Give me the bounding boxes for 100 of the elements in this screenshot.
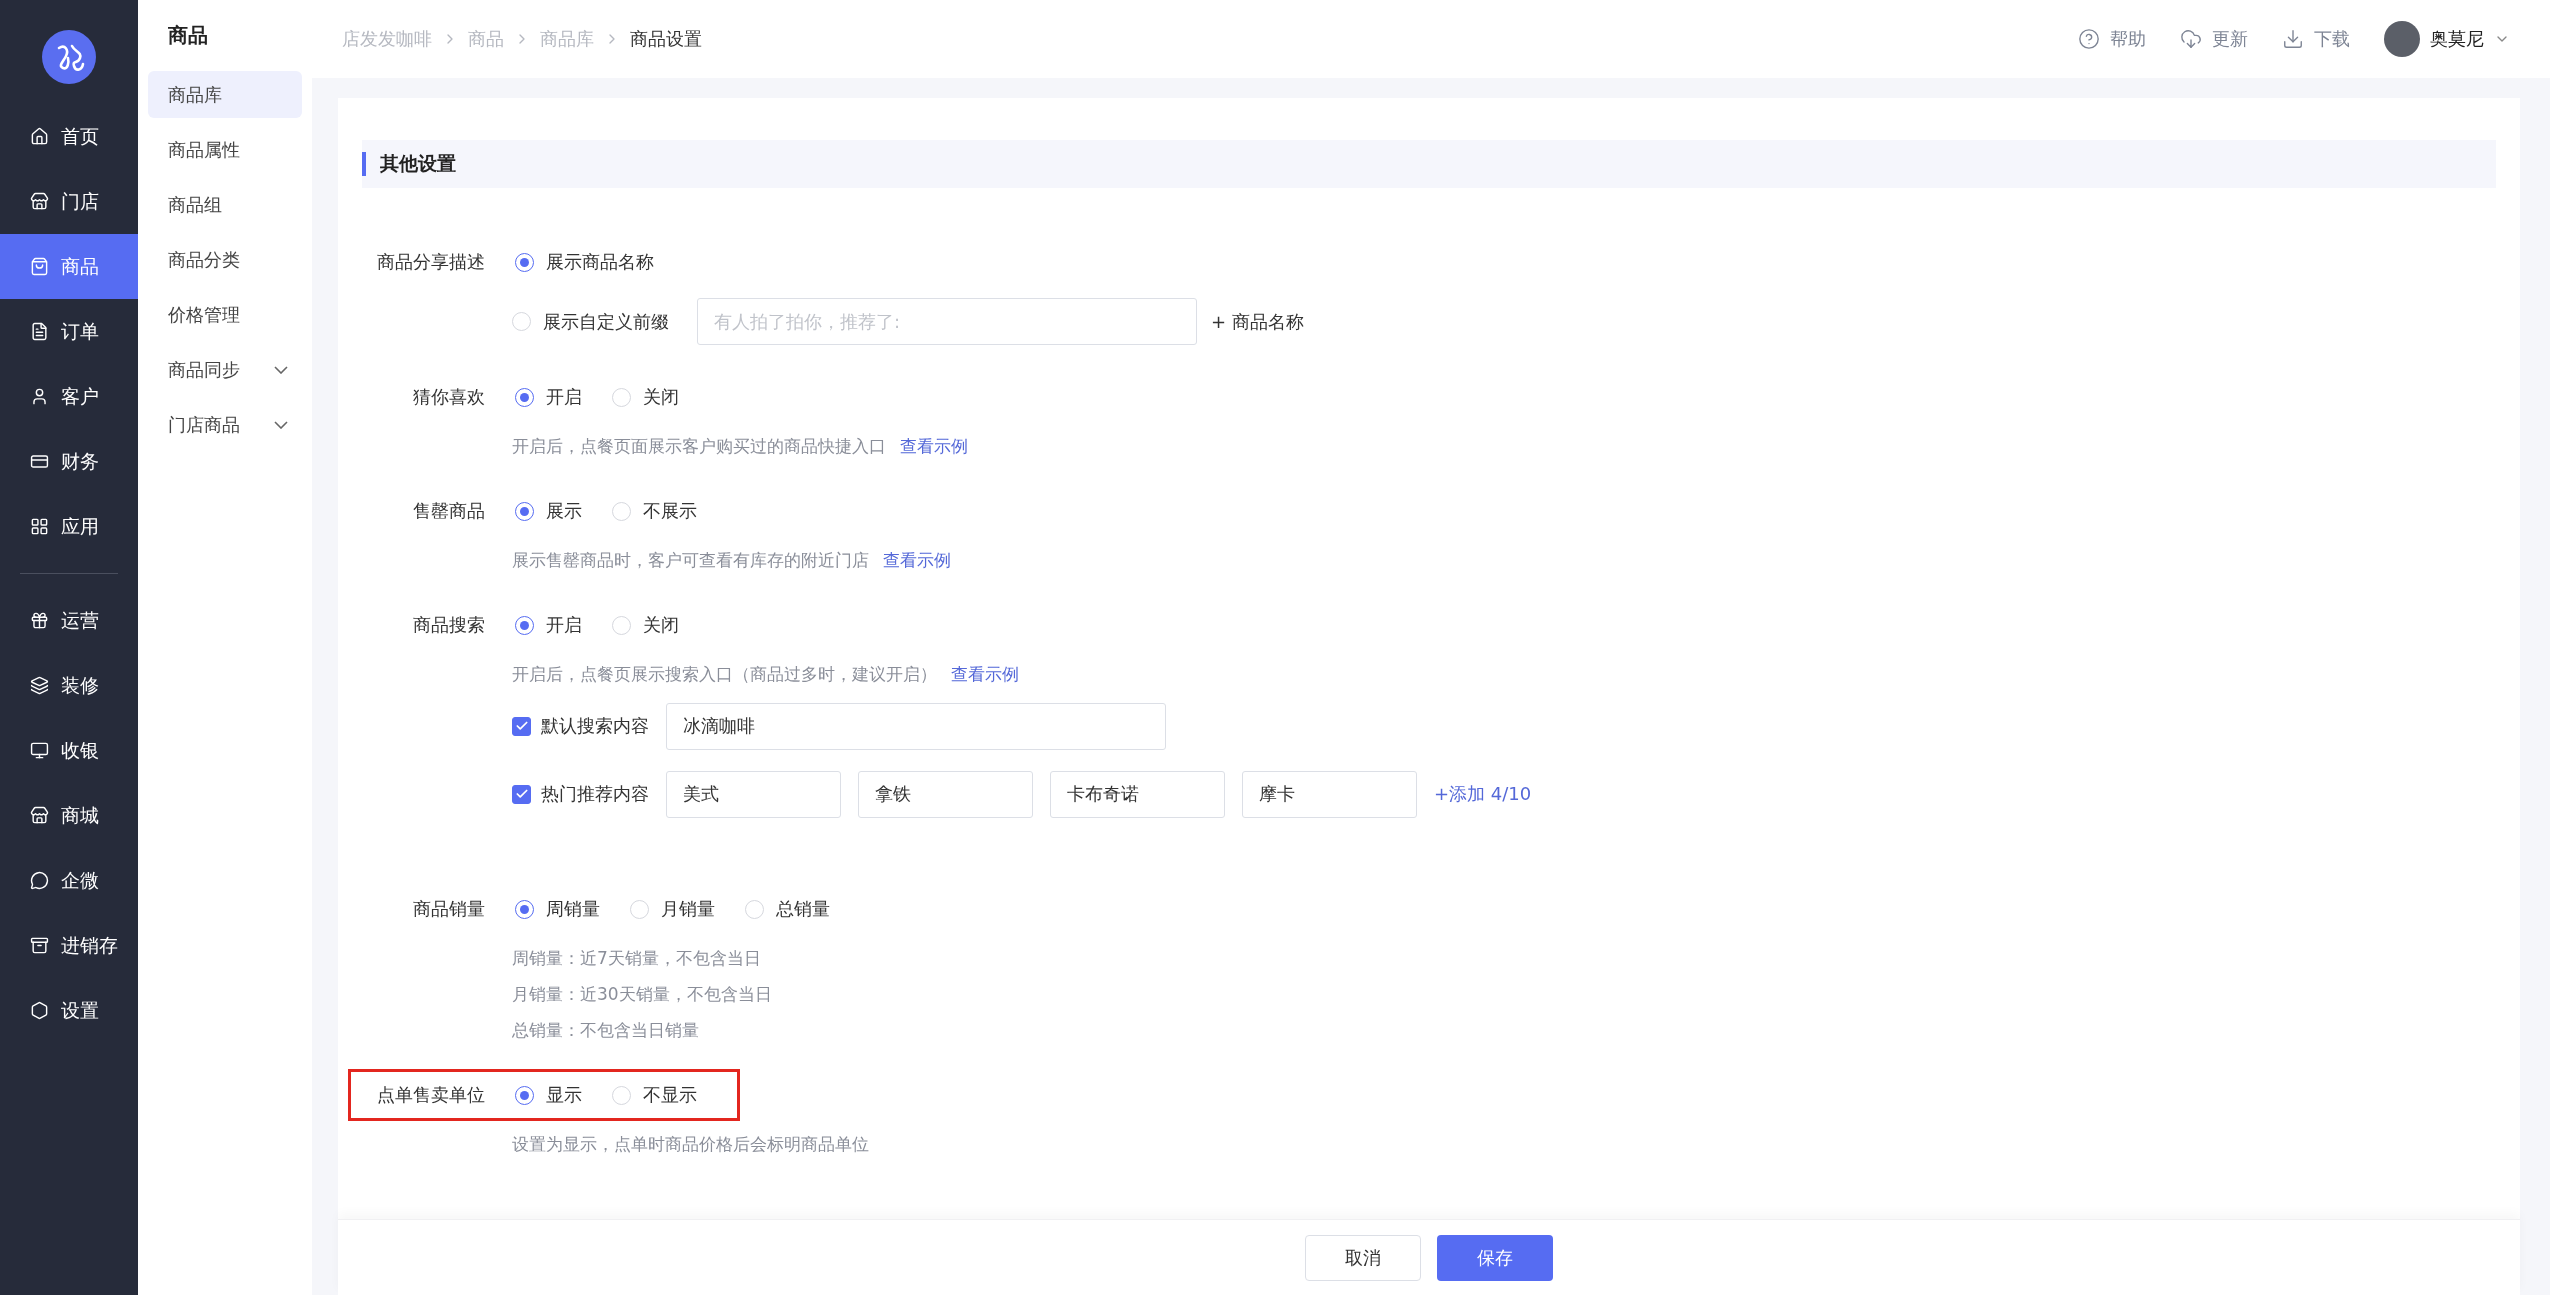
radio-option[interactable]: 展示商品名称 — [515, 250, 654, 274]
nav-icon — [30, 322, 49, 341]
nav-item[interactable]: 设置 — [0, 978, 138, 1043]
nav-label: 进销存 — [61, 932, 118, 958]
chevron-down-icon — [274, 420, 288, 429]
setting-label: 商品销量 — [412, 897, 485, 921]
suffix-text: + 商品名称 — [1211, 309, 1304, 334]
submenu-label: 价格管理 — [168, 302, 240, 327]
hint-text: 开启后，点餐页展示搜索入口（商品过多时，建议开启） — [512, 663, 937, 686]
breadcrumb-link[interactable]: 商品设置 — [630, 27, 702, 51]
radio-option[interactable]: 不展示 — [612, 499, 697, 523]
nav-icon — [30, 871, 49, 890]
setting-label: 售罄商品 — [412, 499, 485, 523]
submenu-item[interactable]: 商品同步 — [148, 346, 302, 393]
hint-text: 设置为显示，点单时商品价格后会标明商品单位 — [512, 1133, 869, 1156]
header-action[interactable]: 下载 — [2282, 27, 2350, 51]
nav-item[interactable]: 运营 — [0, 588, 138, 653]
submenu-item[interactable]: 商品属性 — [148, 126, 302, 173]
submenu-item[interactable]: 门店商品 — [148, 401, 302, 448]
checkbox[interactable] — [512, 784, 531, 804]
radio-option[interactable]: 月销量 — [630, 897, 715, 921]
nav-label: 首页 — [61, 123, 99, 149]
checkbox[interactable] — [512, 716, 531, 736]
nav-label: 订单 — [61, 318, 99, 344]
chevron-down-icon — [274, 365, 288, 374]
avatar-placeholder — [2384, 21, 2420, 57]
nav-label: 财务 — [61, 448, 99, 474]
nav-item[interactable]: 装修 — [0, 653, 138, 718]
nav-label: 企微 — [61, 867, 99, 893]
hint-text: 月销量：近30天销量，不包含当日 — [512, 983, 772, 1006]
submenu-item[interactable]: 商品分类 — [148, 236, 302, 283]
download-icon — [2282, 28, 2304, 50]
nav-item[interactable]: 首页 — [0, 104, 138, 169]
nav-icon — [30, 452, 49, 471]
keyword-input-field[interactable]: 摩卡 — [1242, 770, 1417, 818]
nav-item[interactable]: 商城 — [0, 783, 138, 848]
section-title: 其他设置 — [380, 151, 456, 176]
radio-option[interactable]: 显示 — [515, 1083, 582, 1107]
check-icon — [514, 787, 529, 801]
radio-option[interactable]: 总销量 — [745, 897, 830, 921]
nav-item[interactable]: 应用 — [0, 494, 138, 559]
nav-item[interactable]: 进销存 — [0, 913, 138, 978]
nav-icon — [30, 192, 49, 211]
radio-option[interactable]: 展示 — [515, 499, 582, 523]
setting-label: 商品分享描述 — [376, 250, 485, 274]
radio-option[interactable]: 不显示 — [612, 1083, 697, 1107]
hint-text: 周销量：近7天销量，不包含当日 — [512, 947, 761, 970]
example-link[interactable]: 查看示例 — [900, 434, 968, 458]
radio-option[interactable]: 展示自定义前缀 — [512, 309, 669, 334]
logo-icon — [42, 30, 96, 84]
nav-icon — [30, 517, 49, 536]
submenu-label: 商品库 — [168, 82, 222, 107]
user-menu[interactable]: 奥莫尼 — [2384, 21, 2510, 57]
setting-label: 点单售卖单位 — [376, 1083, 485, 1107]
nav-label: 商品 — [61, 253, 99, 279]
keyword-input-field[interactable]: 冰滴咖啡 — [666, 702, 1166, 750]
nav-item[interactable]: 商品 — [0, 234, 138, 299]
example-link[interactable]: 查看示例 — [951, 662, 1019, 686]
submenu-label: 商品组 — [168, 192, 222, 217]
checkbox-option[interactable]: 默认搜索内容 — [512, 714, 649, 738]
nav-item[interactable]: 客户 — [0, 364, 138, 429]
radio-option[interactable]: 关闭 — [612, 613, 679, 637]
nav-item[interactable]: 订单 — [0, 299, 138, 364]
nav-item[interactable]: 收银 — [0, 718, 138, 783]
submenu-label: 商品属性 — [168, 137, 240, 162]
submenu-title: 商品 — [167, 22, 209, 49]
example-link[interactable]: 查看示例 — [883, 548, 951, 572]
checkbox-option[interactable]: 热门推荐内容 — [512, 782, 649, 806]
prefix-input-field[interactable]: 有人拍了拍你，推荐了: — [697, 298, 1197, 345]
nav-item[interactable]: 财务 — [0, 429, 138, 494]
nav-icon — [30, 1001, 49, 1020]
nav-item[interactable]: 企微 — [0, 848, 138, 913]
setting-label: 猜你喜欢 — [412, 385, 485, 409]
hint-text: 总销量：不包含当日销量 — [512, 1019, 699, 1042]
nav-label: 设置 — [61, 997, 99, 1023]
cancel-button[interactable]: 取消 — [1305, 1234, 1421, 1281]
nav-label: 收银 — [61, 737, 99, 763]
nav-item[interactable]: 门店 — [0, 169, 138, 234]
nav-icon — [30, 127, 49, 146]
radio-option[interactable]: 开启 — [515, 385, 582, 409]
submenu-label: 门店商品 — [168, 412, 240, 437]
radio-option[interactable]: 关闭 — [612, 385, 679, 409]
add-link[interactable]: +添加 4/10 — [1434, 782, 1532, 806]
save-button[interactable]: 保存 — [1437, 1234, 1553, 1281]
radio-option[interactable]: 周销量 — [515, 897, 600, 921]
help-icon — [2078, 28, 2100, 50]
keyword-input-field[interactable]: 美式 — [666, 770, 841, 818]
hint-text: 展示售罄商品时，客户可查看有库存的附近门店 — [512, 549, 869, 572]
submenu-item[interactable]: 商品库 — [148, 71, 302, 118]
submenu-item[interactable]: 价格管理 — [148, 291, 302, 338]
header-action[interactable]: 更新 — [2180, 27, 2248, 51]
keyword-input-field[interactable]: 拿铁 — [858, 770, 1033, 818]
nav-icon — [30, 806, 49, 825]
keyword-input-field[interactable]: 卡布奇诺 — [1050, 770, 1225, 818]
nav-icon — [30, 257, 49, 276]
submenu-item[interactable]: 商品组 — [148, 181, 302, 228]
hint-text: 开启后，点餐页面展示客户购买过的商品快捷入口 — [512, 435, 886, 458]
header-action[interactable]: 帮助 — [2078, 27, 2146, 51]
check-icon — [514, 719, 529, 733]
radio-option[interactable]: 开启 — [515, 613, 582, 637]
